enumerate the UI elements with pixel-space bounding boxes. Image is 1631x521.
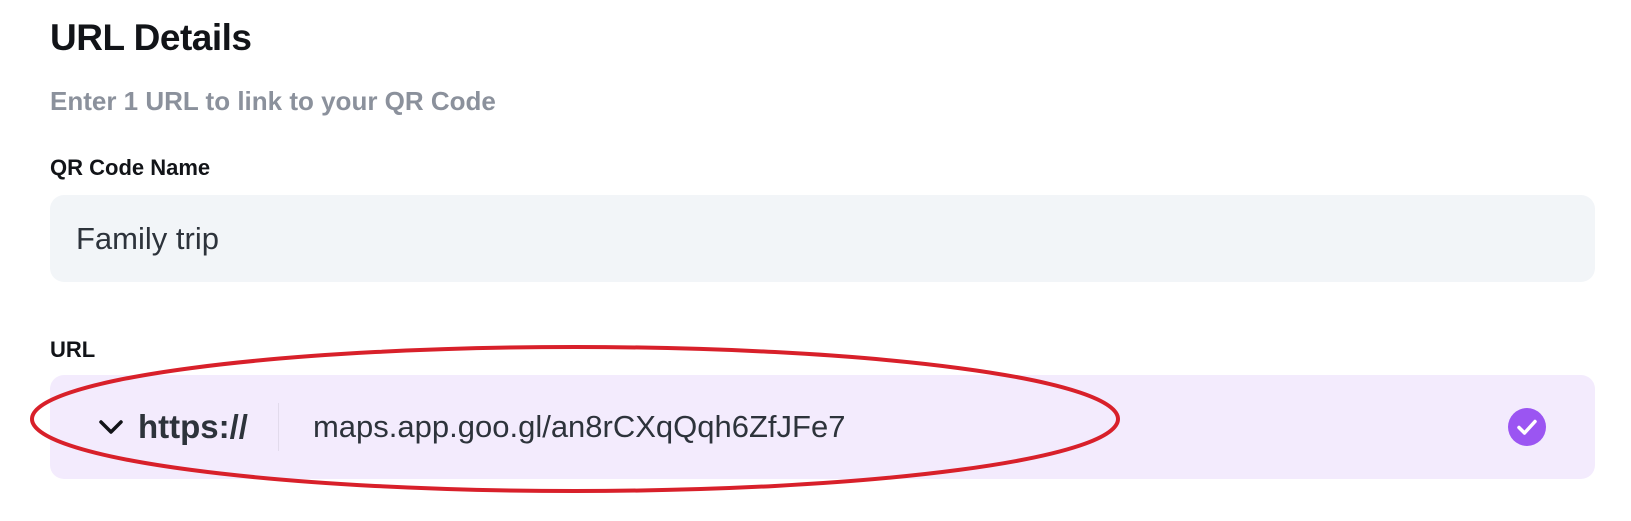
check-circle-icon	[1507, 407, 1547, 447]
qr-code-name-label: QR Code Name	[50, 155, 211, 180]
section-subtitle: Enter 1 URL to link to your QR Code	[50, 86, 496, 116]
chevron-down-icon	[96, 412, 126, 442]
qr-code-name-value: Family trip	[76, 220, 219, 256]
url-label: URL	[50, 337, 96, 362]
url-input[interactable]: maps.app.goo.gl/an8rCXqQqh6ZfJFe7	[279, 409, 1507, 445]
qr-code-name-input[interactable]: Family trip	[50, 195, 1595, 282]
protocol-value: https://	[138, 408, 248, 445]
section-title: URL Details	[50, 17, 252, 58]
url-field: https:// maps.app.goo.gl/an8rCXqQqh6ZfJF…	[50, 375, 1595, 479]
protocol-dropdown[interactable]: https://	[50, 375, 278, 479]
